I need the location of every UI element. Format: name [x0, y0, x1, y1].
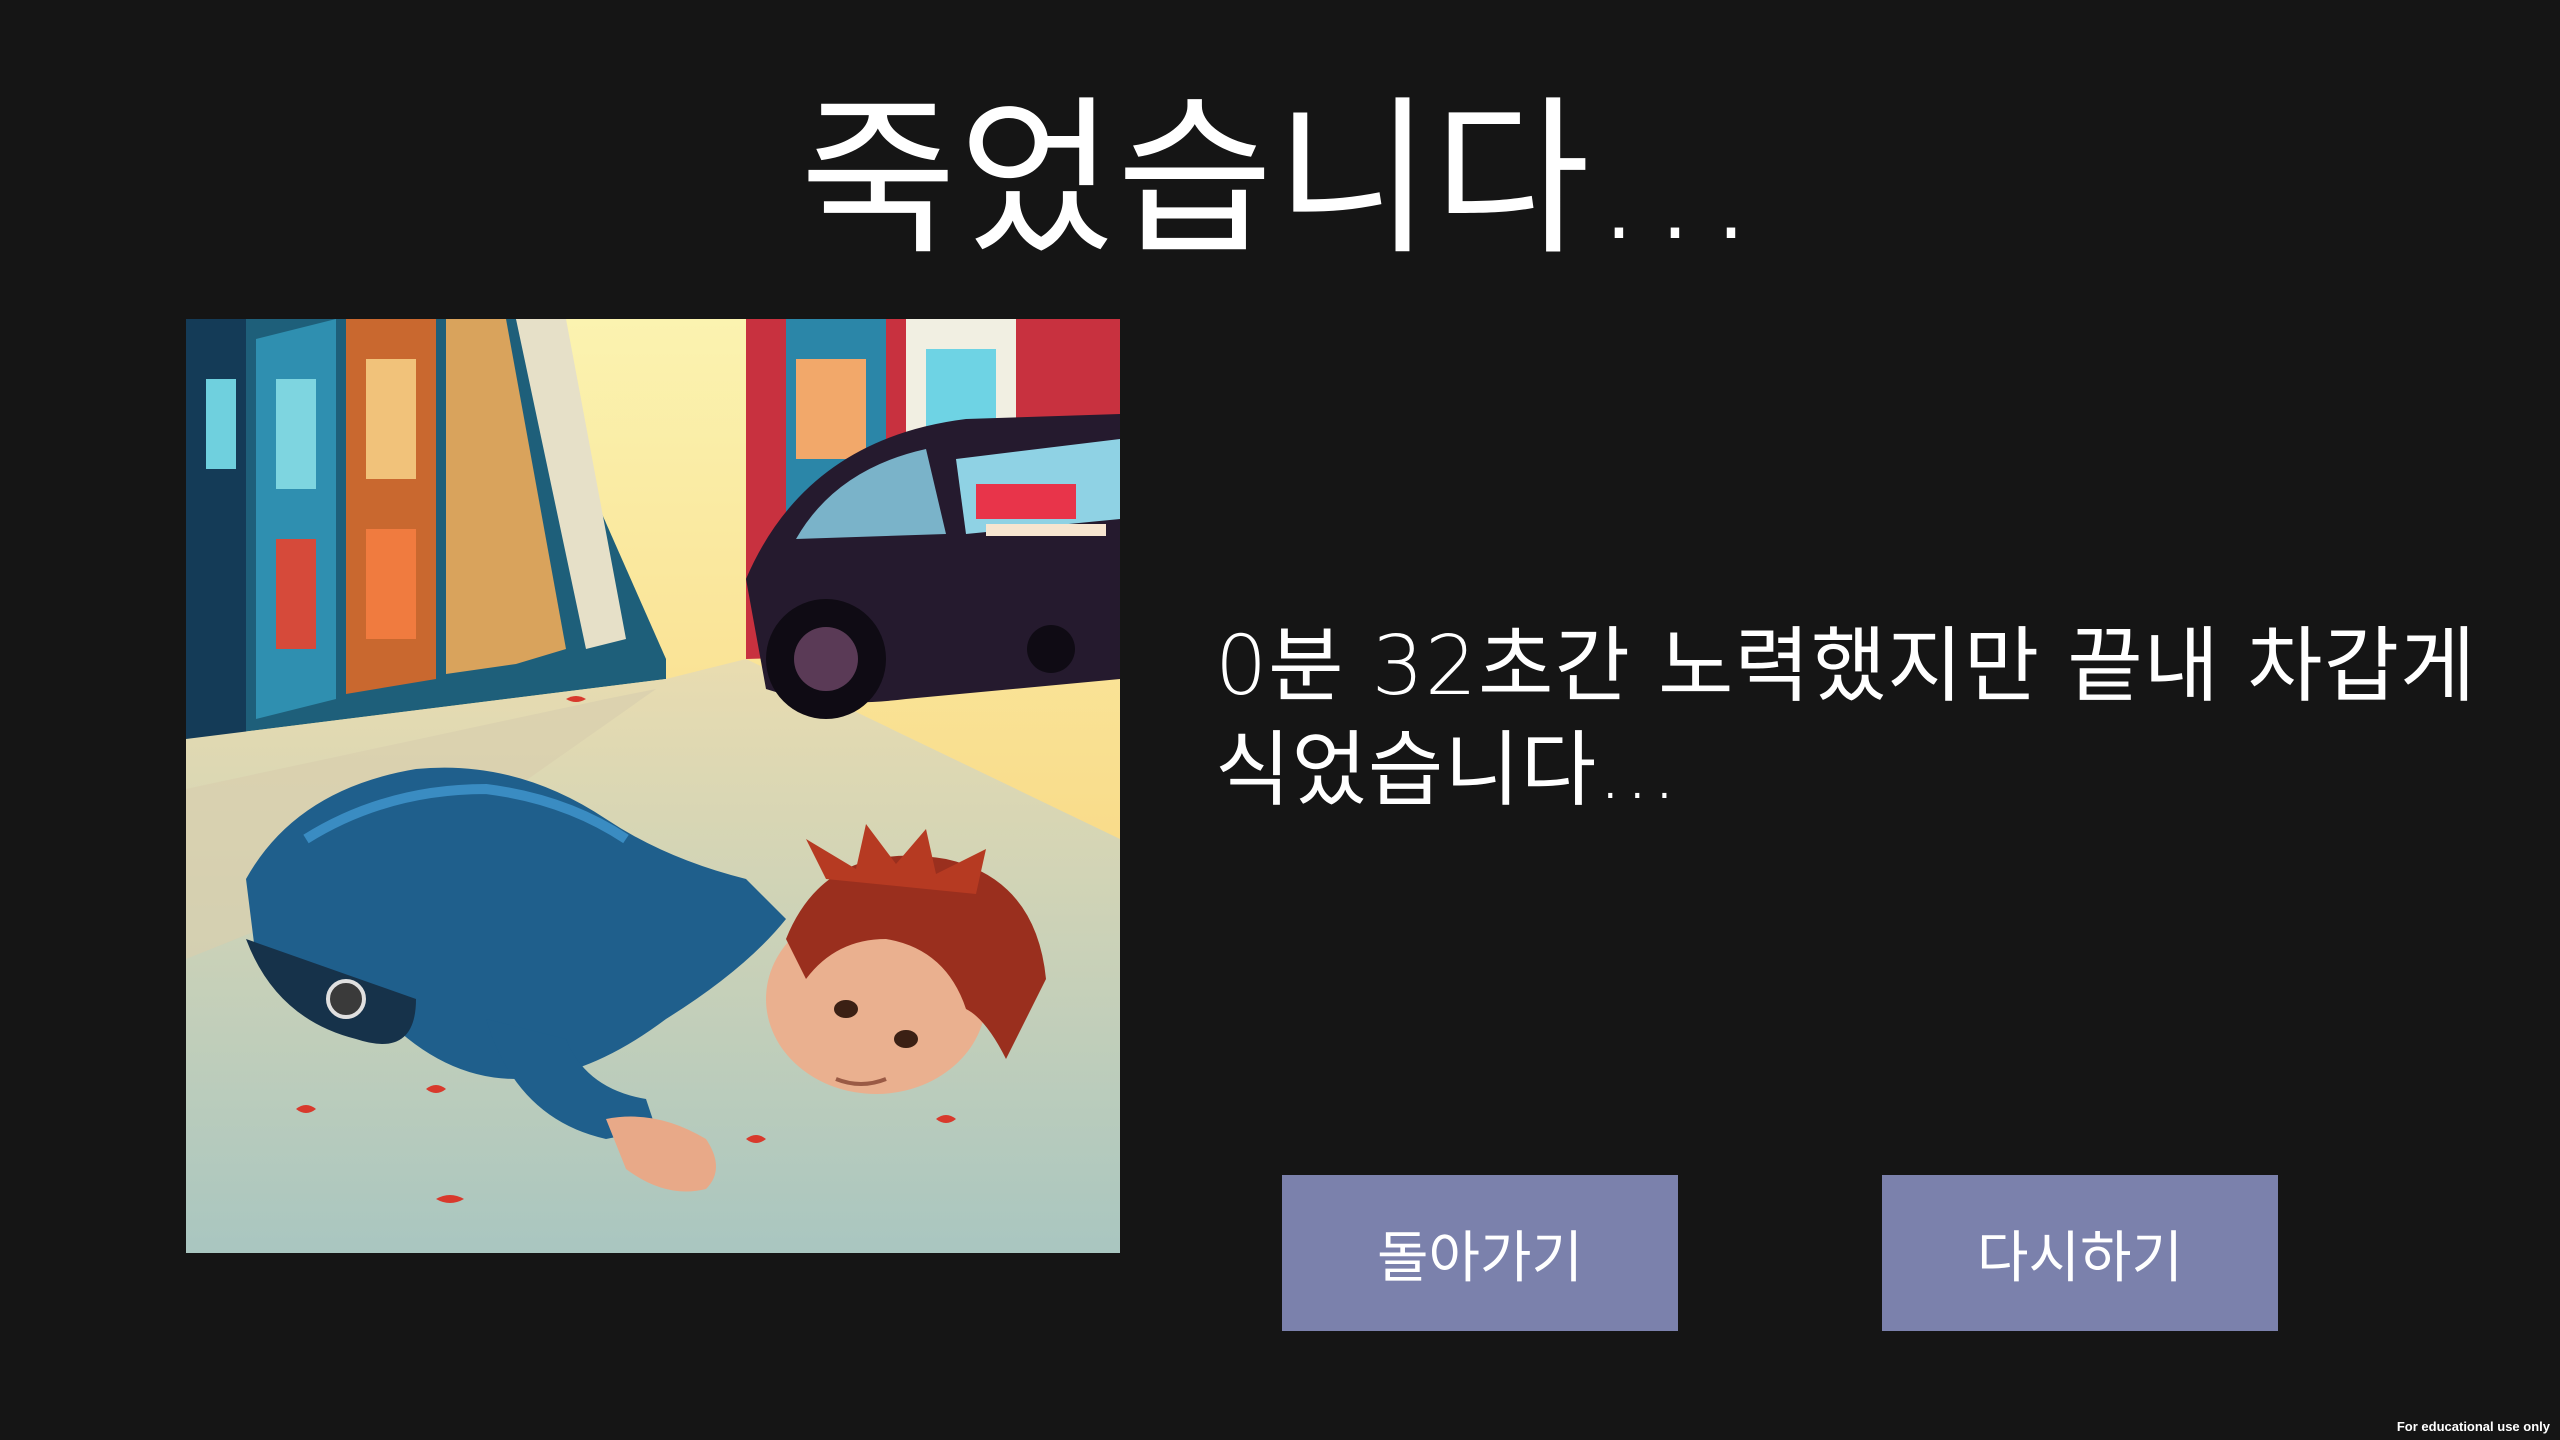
- back-button[interactable]: 돌아가기: [1282, 1175, 1678, 1331]
- death-title: 죽었습니다...: [799, 81, 1761, 279]
- death-message: 0분 32초간 노력했지만 끝내 차갑게 식었습니다...: [1215, 619, 2477, 818]
- death-illustration: [186, 319, 1120, 1253]
- retry-button[interactable]: 다시하기: [1882, 1175, 2278, 1331]
- educational-footnote: For educational use only: [2396, 1419, 2550, 1434]
